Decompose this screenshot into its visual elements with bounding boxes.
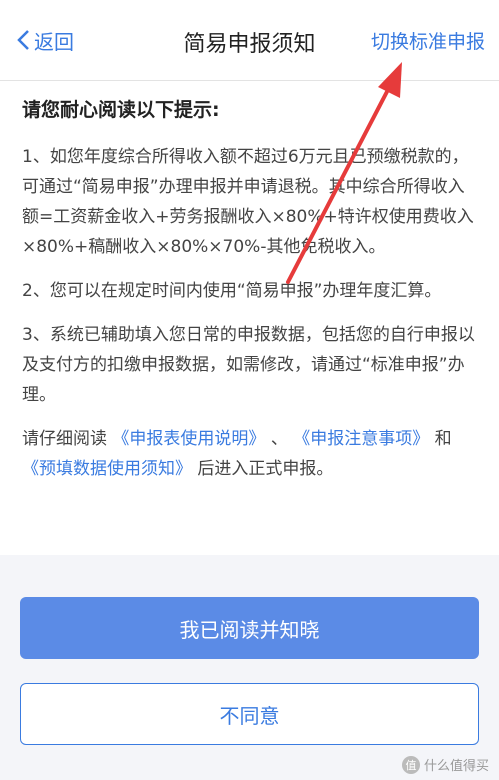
- watermark: 值 什么值得买: [401, 755, 489, 774]
- reading-instructions: 请仔细阅读 《申报表使用说明》 、 《申报注意事项》 和 《预填数据使用须知》 …: [22, 424, 477, 484]
- reading-prefix: 请仔细阅读: [22, 429, 107, 449]
- back-label: 返回: [34, 29, 74, 54]
- chevron-left-icon: [17, 30, 29, 50]
- switch-standard-declaration-link[interactable]: 切换标准申报: [371, 27, 485, 54]
- reading-suffix: 后进入正式申报。: [197, 459, 334, 479]
- back-button[interactable]: 返回: [16, 24, 74, 56]
- declaration-notes-link[interactable]: 《申报注意事项》: [293, 429, 429, 449]
- notice-content: 请您耐心阅读以下提示: 1、如您年度综合所得收入额不超过6万元且已预缴税款的，可…: [0, 81, 499, 555]
- navigation-bar: 返回 简易申报须知 切换标准申报: [0, 0, 499, 81]
- prefill-data-notice-link[interactable]: 《预填数据使用须知》: [22, 459, 192, 479]
- notice-item-3: 3、系统已辅助填入您日常的申报数据，包括您的自行申报以及支付方的扣缴申报数据，如…: [22, 325, 475, 405]
- watermark-text: 什么值得买: [423, 759, 489, 774]
- notice-heading: 请您耐心阅读以下提示:: [22, 99, 220, 121]
- separator-1: 、: [270, 429, 288, 449]
- form-instructions-link[interactable]: 《申报表使用说明》: [112, 429, 265, 449]
- disagree-button[interactable]: 不同意: [20, 683, 479, 745]
- notice-item-1: 1、如您年度综合所得收入额不超过6万元且已预缴税款的，可通过“简易申报”办理申报…: [22, 147, 474, 257]
- acknowledge-button[interactable]: 我已阅读并知晓: [20, 597, 479, 659]
- notice-item-2: 2、您可以在规定时间内使用“简易申报”办理年度汇算。: [22, 281, 442, 301]
- watermark-logo: 值: [401, 755, 420, 774]
- separator-2: 和: [434, 429, 452, 449]
